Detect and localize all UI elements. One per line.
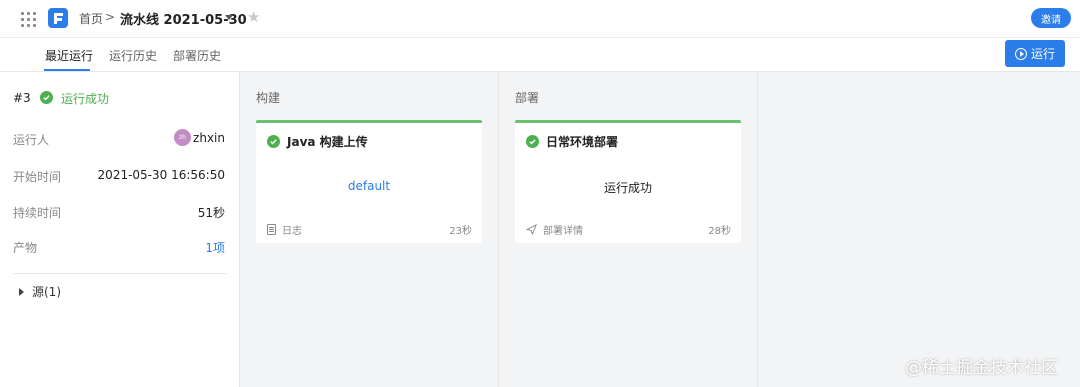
job-log-link[interactable]: 日志 <box>267 222 302 237</box>
job-footer-label: 日志 <box>282 226 302 237</box>
run-summary-panel: #3 运行成功 运行人 zh zhxin 开始时间 2021-05-30 16:… <box>0 72 240 387</box>
duration-label: 持续时间 <box>13 206 62 220</box>
job-card-build[interactable]: Java 构建上传 default 日志 23秒 <box>256 120 482 243</box>
job-name: Java 构建上传 <box>287 135 368 149</box>
stage-title: 部署 <box>515 91 540 105</box>
log-icon <box>267 224 276 235</box>
tab-run-history[interactable]: 运行历史 <box>109 47 157 64</box>
source-expander[interactable]: 源(1) <box>19 283 61 300</box>
divider <box>13 273 227 274</box>
top-bar: 首页 > 流水线 2021-05-30 ★ 邀请 <box>0 0 1080 38</box>
play-icon <box>1014 47 1027 60</box>
avatar: zh <box>174 129 191 146</box>
job-card-deploy[interactable]: 日常环境部署 运行成功 部署详情 28秒 <box>515 120 741 243</box>
job-name: 日常环境部署 <box>546 135 619 149</box>
tab-deploy-history[interactable]: 部署历史 <box>173 47 221 64</box>
success-check-icon <box>267 135 280 148</box>
active-tab-indicator <box>44 69 90 71</box>
caret-down-icon[interactable] <box>225 15 233 20</box>
job-duration: 28秒 <box>708 226 731 237</box>
job-duration: 23秒 <box>449 226 472 237</box>
watermark: @稀土掘金技术社区 <box>905 358 1058 378</box>
job-footer-label: 部署详情 <box>543 226 583 237</box>
tab-bar: 最近运行 运行历史 部署历史 运行 <box>0 38 1080 72</box>
chevron-right-icon: > <box>105 10 116 24</box>
caret-right-icon <box>19 287 24 296</box>
runner-label: 运行人 <box>13 133 50 147</box>
app-logo-icon[interactable] <box>48 8 68 28</box>
stage-title: 构建 <box>256 91 281 105</box>
success-check-icon <box>40 91 53 104</box>
run-button-label: 运行 <box>1030 47 1055 61</box>
star-icon[interactable]: ★ <box>247 8 260 26</box>
start-time-value: 2021-05-30 16:56:50 <box>97 168 225 182</box>
breadcrumb-home[interactable]: 首页 <box>79 10 103 27</box>
deploy-details-link[interactable]: 部署详情 <box>526 222 583 237</box>
start-time-label: 开始时间 <box>13 170 62 184</box>
runner-name: zhxin <box>193 131 225 145</box>
send-icon <box>526 224 537 235</box>
artifacts-label: 产物 <box>13 241 38 255</box>
tab-recent-runs[interactable]: 最近运行 <box>45 47 93 64</box>
empty-stage-area <box>758 72 1080 387</box>
job-name-row: 日常环境部署 <box>526 133 618 150</box>
job-name-row: Java 构建上传 <box>267 133 368 150</box>
artifacts-link[interactable]: 1项 <box>205 239 225 256</box>
job-default-link[interactable]: default <box>256 179 482 193</box>
apps-grid-icon[interactable] <box>20 11 36 27</box>
duration-value: 51秒 <box>197 206 225 220</box>
run-button[interactable]: 运行 <box>1005 40 1065 67</box>
invite-button[interactable]: 邀请 <box>1031 8 1071 28</box>
success-check-icon <box>526 135 539 148</box>
run-status: 运行成功 <box>61 92 110 106</box>
stage-build: 构建 Java 构建上传 default 日志 23秒 <box>240 72 499 387</box>
stage-deploy: 部署 日常环境部署 运行成功 部署详情 28秒 <box>499 72 758 387</box>
run-number: #3 <box>13 91 31 105</box>
job-status-text: 运行成功 <box>603 181 652 195</box>
source-label: 源(1) <box>32 285 61 299</box>
